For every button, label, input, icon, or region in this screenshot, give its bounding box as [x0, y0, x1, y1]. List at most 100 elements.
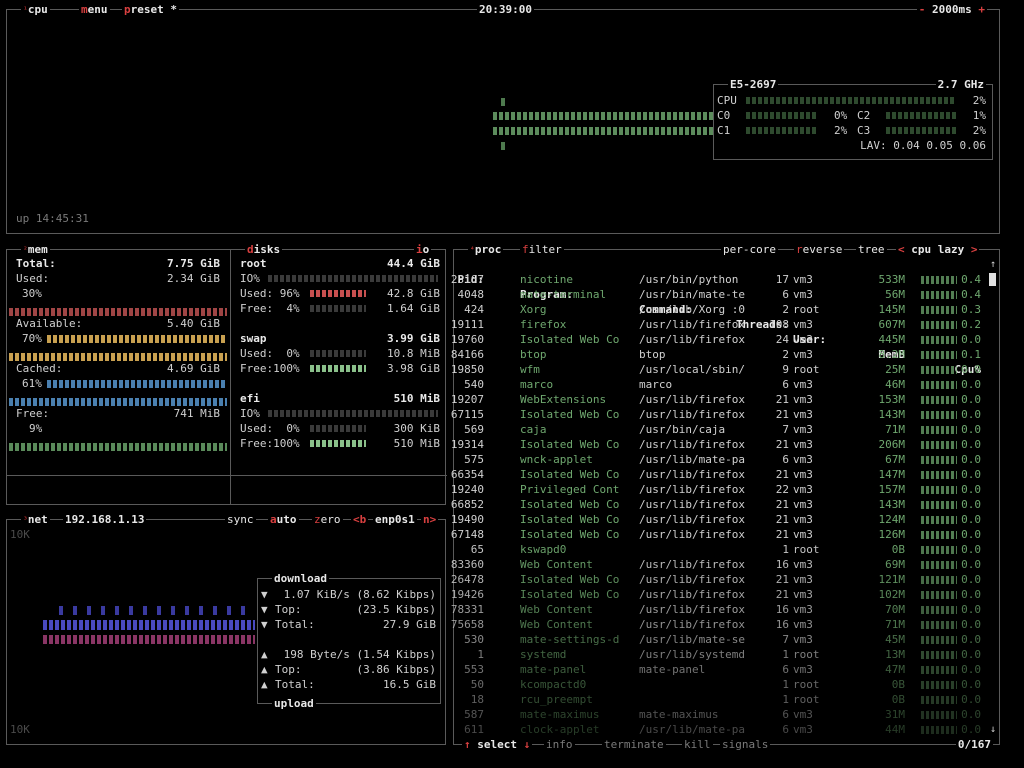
menu-button[interactable]: menu — [79, 2, 110, 17]
process-cpu: 0.0 — [961, 438, 981, 451]
per-core-toggle[interactable]: per-core — [721, 242, 778, 257]
process-cpu: 0.0 — [961, 423, 981, 436]
process-row[interactable]: 19490 Isolated Web Co/usr/lib/firefox 21 vm… — [451, 512, 987, 527]
process-row[interactable]: 26478 Isolated Web Co/usr/lib/firefox 21 vm… — [451, 572, 987, 587]
process-row[interactable]: 540 marco marco 6 vm3 46M 0.0 — [464, 377, 987, 392]
auto-toggle[interactable]: auto — [268, 512, 299, 527]
sync-toggle[interactable]: sync — [225, 512, 256, 527]
process-threads: 6 — [782, 663, 789, 676]
process-command: /usr/bin/python — [639, 273, 739, 286]
process-command: /usr/lib/firefox — [639, 318, 745, 331]
process-row[interactable]: 78331 Web Content/usr/lib/firefox 16 vm3 70M… — [451, 602, 987, 617]
core-c3-label: C3 — [857, 124, 871, 137]
disk-root-free-label: Free: 4% — [240, 302, 300, 315]
process-row[interactable]: 19760 Isolated Web Co/usr/lib/firefox 24 vm… — [451, 332, 987, 347]
process-row[interactable]: 50 kcompactd0 1 root 0B 0.0 — [464, 677, 987, 692]
process-pid: 65 — [470, 543, 484, 556]
kill-button[interactable]: kill — [682, 737, 713, 752]
process-program: mate-maximus — [520, 708, 600, 721]
process-row[interactable]: 575 wnck-applet/usr/lib/mate-pa 6 vm3 67M 0.0 — [464, 452, 987, 467]
sort-selector[interactable]: < cpu lazy > — [896, 242, 980, 257]
process-pid: 66852 — [450, 498, 484, 511]
process-row[interactable]: 75658 Web Content/usr/lib/firefox 16 vm3 71M… — [451, 617, 987, 632]
next-interface-button[interactable]: n> — [421, 512, 439, 527]
process-row[interactable]: 587 mate-maximus mate-maximus 6 vm3 31M 0.0 — [464, 707, 987, 722]
select-button[interactable]: ↑ select ↓ — [462, 737, 533, 752]
process-row[interactable]: 530 mate-settings-d/usr/lib/mate-se 7 vm3 45… — [464, 632, 987, 647]
net-stats-box: download ▼ 1.07 KiB/s (8.62 Kibps) ▼ Top… — [257, 571, 441, 711]
filter-button[interactable]: filter — [520, 242, 564, 257]
process-row[interactable]: 553 mate-panel mate-panel 6 vm3 47M 0.0 — [464, 662, 987, 677]
process-program: Isolated Web Co — [520, 588, 620, 601]
prev-interface-button[interactable]: <b — [351, 512, 369, 527]
disk-efi-free: 510 MiB — [393, 437, 440, 450]
interval-control[interactable]: - 2000ms + — [916, 2, 987, 17]
mem-disks-divider — [230, 250, 231, 504]
upload-top-arrow-icon: ▲ — [261, 663, 268, 676]
zero-toggle[interactable]: zero — [312, 512, 343, 527]
process-cpu-meter — [921, 396, 957, 404]
process-row[interactable]: 4048 mate-terminal/usr/bin/mate-te 6 vm3 56M… — [458, 287, 987, 302]
core-c1-meter — [746, 127, 816, 134]
core-c0-pct: 0% — [834, 109, 848, 122]
process-row[interactable]: 611 clock-applet/usr/lib/mate-pa 6 vm3 44M 0.… — [464, 722, 987, 737]
process-memory: 607M — [878, 318, 906, 331]
io-toggle[interactable]: io — [414, 242, 432, 257]
process-row[interactable]: 23167 nicotine/usr/bin/python 17 vm3 533M 0.4 — [451, 272, 987, 287]
process-pid: 19426 — [450, 588, 484, 601]
process-user: vm3 — [793, 723, 813, 736]
process-command: /usr/lib/Xorg :0 — [639, 303, 745, 316]
info-button[interactable]: info — [544, 737, 575, 752]
process-pid: 575 — [464, 453, 484, 466]
process-cpu: 0.0 — [961, 708, 981, 721]
preset-button[interactable]: preset * — [122, 2, 179, 17]
scroll-up-arrow-icon[interactable]: ↑ — [990, 257, 996, 272]
process-row[interactable]: 569 caja/usr/bin/caja 7 vm3 71M 0.0 — [464, 422, 987, 437]
process-row[interactable]: 18 rcu_preempt 1 root 0B 0.0 — [464, 692, 987, 707]
process-row[interactable]: 424 Xorg/usr/lib/Xorg :0 2 root 145M 0.3 — [464, 302, 987, 317]
disk-swap-free: 3.98 GiB — [387, 362, 440, 375]
process-row[interactable]: 84166 btop btop 2 vm3 8.2M 0.1 — [451, 347, 987, 362]
mem-used-label: Used: — [16, 272, 50, 285]
uptime: up 14:45:31 — [16, 212, 89, 225]
process-row[interactable]: 19314 Isolated Web Co/usr/lib/firefox 21 vm… — [451, 437, 987, 452]
process-cpu-meter — [921, 321, 957, 329]
process-row[interactable]: 19850 wfm/usr/local/sbin/9 root 25M 0.0 — [451, 362, 987, 377]
proc-title[interactable]: ⁴proc — [468, 242, 504, 257]
disks-title[interactable]: disks — [245, 242, 283, 257]
mem-used: 2.34 GiB — [167, 272, 220, 285]
scrollbar-thumb[interactable] — [989, 273, 996, 286]
net-title[interactable]: ³net — [21, 512, 50, 527]
disk-root-used-meter — [310, 290, 366, 297]
process-row[interactable]: 19240 Privileged Cont/usr/lib/firefox 22 vm… — [451, 482, 987, 497]
process-program: Isolated Web Co — [520, 468, 620, 481]
process-pid: 18 — [470, 693, 484, 706]
cpu-title[interactable]: ¹cpu — [21, 2, 50, 17]
process-threads: 21 — [775, 498, 789, 511]
process-threads: 6 — [782, 378, 789, 391]
process-program: rcu_preempt — [520, 693, 593, 706]
process-row[interactable]: 65 kswapd0 1 root 0B 0.0 — [464, 542, 987, 557]
process-row[interactable]: 19111 firefox/usr/lib/firefox 108 vm3 607M 0.… — [451, 317, 987, 332]
process-row[interactable]: 66852 Isolated Web Co/usr/lib/firefox 21 vm… — [451, 497, 987, 512]
terminate-button[interactable]: terminate — [602, 737, 666, 752]
process-row[interactable]: 83360 Web Content/usr/lib/firefox 16 vm3 69M… — [451, 557, 987, 572]
scroll-down-arrow-icon[interactable]: ↓ — [990, 722, 996, 737]
process-user: root — [793, 303, 820, 316]
tree-toggle[interactable]: tree — [856, 242, 887, 257]
signals-button[interactable]: signals — [720, 737, 771, 752]
reverse-toggle[interactable]: reverse — [794, 242, 845, 257]
process-row[interactable]: 1 systemd/usr/lib/systemd 1 root 13M 0.0 — [464, 647, 987, 662]
process-cpu: 0.0 — [961, 543, 981, 556]
process-row[interactable]: 19426 Isolated Web Co/usr/lib/firefox 21 vm… — [451, 587, 987, 602]
core-c1-label: C1 — [717, 124, 731, 137]
process-row[interactable]: 19207 WebExtensions/usr/lib/firefox 21 vm3 1… — [451, 392, 987, 407]
process-row[interactable]: 67115 Isolated Web Co/usr/lib/firefox 21 vm… — [451, 407, 987, 422]
process-program: Isolated Web Co — [520, 528, 620, 541]
process-cpu: 0.3 — [961, 303, 981, 316]
process-program: nicotine — [520, 273, 573, 286]
process-row[interactable]: 66354 Isolated Web Co/usr/lib/firefox 21 vm… — [451, 467, 987, 482]
process-row[interactable]: 67148 Isolated Web Co/usr/lib/firefox 21 vm… — [451, 527, 987, 542]
process-cpu-meter — [921, 381, 957, 389]
mem-title[interactable]: ²mem — [21, 242, 50, 257]
